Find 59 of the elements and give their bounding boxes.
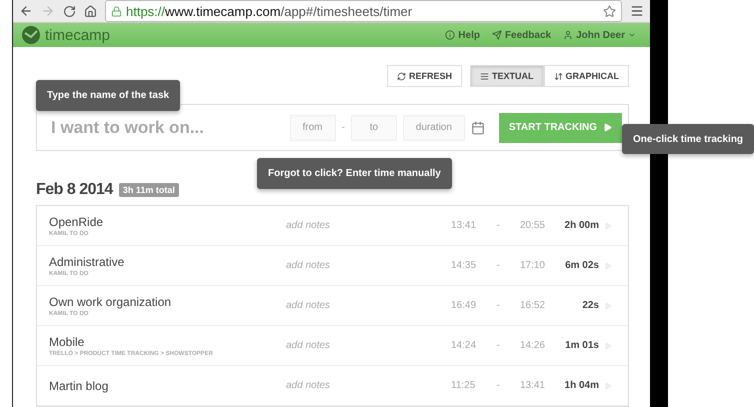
end-time: 16:52 <box>518 300 545 311</box>
start-time: 13:41 <box>451 220 478 231</box>
refresh-button[interactable]: REFRESH <box>386 65 462 87</box>
duration-text: 22s <box>581 300 599 311</box>
from-field[interactable]: from <box>290 114 336 140</box>
task-name: Own work organization <box>49 294 172 308</box>
info-icon <box>445 30 456 40</box>
separator-text: - <box>495 380 501 391</box>
task-name: OpenRide <box>49 214 104 228</box>
task-name: Mobile <box>49 334 86 348</box>
start-tooltip: One-click time tracking <box>622 124 754 154</box>
duration-text: 6m 02s <box>564 260 599 271</box>
start-time: 14:35 <box>451 260 478 271</box>
header-link[interactable]: Feedback <box>486 30 558 40</box>
to-field[interactable]: to <box>350 114 397 140</box>
bookmark-star-icon[interactable] <box>603 4 616 18</box>
separator-text: - <box>495 260 501 271</box>
refresh-icon <box>396 72 406 80</box>
separator-text: - <box>495 300 501 311</box>
user-icon <box>563 30 574 40</box>
total-badge: 3h 11m total <box>118 183 179 197</box>
menu-icon[interactable] <box>630 4 644 18</box>
view-tab[interactable]: GRAPHICAL <box>544 65 629 87</box>
address-bar[interactable]: https://www.timecamp.com/app#/timesheets/timer <box>105 0 622 22</box>
duration-text: 2h 00m <box>564 220 599 231</box>
duration-text: 1h 04m <box>564 380 599 391</box>
reload-icon[interactable] <box>63 4 76 18</box>
lock-icon <box>111 6 122 16</box>
header-link[interactable]: Help <box>439 30 486 40</box>
end-time: 13:41 <box>518 380 545 391</box>
logo-text: timecamp <box>45 26 112 44</box>
start-time: 16:49 <box>451 300 478 311</box>
view-tab[interactable]: TEXTUAL <box>470 65 544 87</box>
send-icon <box>492 30 502 40</box>
end-time: 17:10 <box>518 260 545 271</box>
task-name: Martin blog <box>49 378 110 392</box>
logo-icon <box>21 25 41 45</box>
home-icon[interactable] <box>84 4 97 18</box>
duration-field[interactable]: duration <box>402 114 465 140</box>
separator-text: - <box>342 122 345 133</box>
sort-icon <box>554 72 562 80</box>
caret-icon <box>628 31 636 39</box>
task-name: Administrative <box>49 254 126 268</box>
manual-time-tooltip: Forgot to click? Enter time manually <box>257 158 452 189</box>
list-icon <box>480 72 489 80</box>
end-time: 20:55 <box>518 220 545 231</box>
end-time: 14:26 <box>518 340 545 351</box>
back-icon[interactable] <box>19 4 33 18</box>
task-tooltip: Type the name of the task <box>36 80 180 111</box>
start-time: 14:24 <box>451 340 478 351</box>
date-heading: Feb 8 2014 <box>36 181 113 199</box>
url-text: https://www.timecamp.com/app#/timesheets/timer <box>126 4 414 18</box>
separator-text: - <box>495 220 501 231</box>
user-menu[interactable]: John Deer <box>557 30 642 40</box>
play-icon <box>603 123 612 132</box>
separator-text: - <box>495 340 501 351</box>
duration-text: 1m 01s <box>564 340 599 351</box>
calendar-icon[interactable] <box>470 120 485 134</box>
start-time: 11:25 <box>451 380 476 391</box>
